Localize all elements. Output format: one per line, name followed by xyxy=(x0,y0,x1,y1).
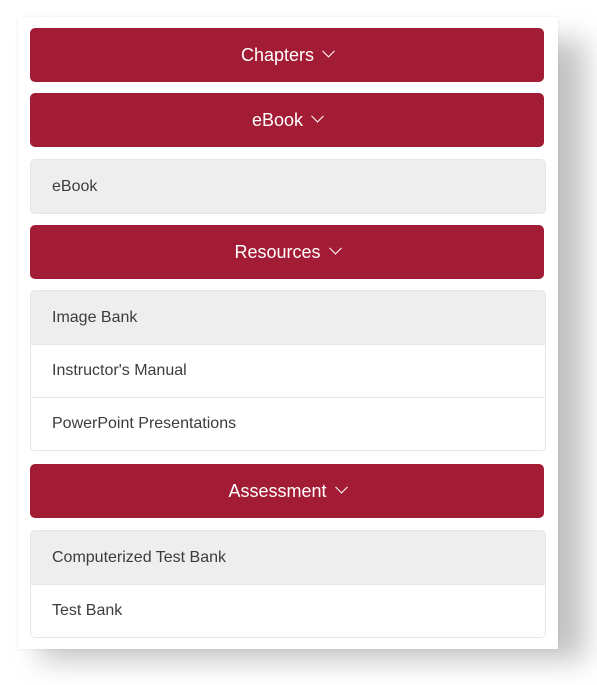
list-item-label: Computerized Test Bank xyxy=(52,548,227,566)
chevron-down-icon xyxy=(328,241,342,255)
list-item-instructors-manual[interactable]: Instructor's Manual xyxy=(31,344,545,397)
accordion-panel: Chapters eBook eBook Resources Image Ban… xyxy=(18,17,558,649)
chevron-down-icon xyxy=(322,44,335,58)
list-item-computerized-test-bank[interactable]: Computerized Test Bank xyxy=(31,531,545,584)
resources-section-label: Resources xyxy=(234,241,321,262)
chevron-down-icon xyxy=(311,109,324,123)
chapters-section-header[interactable]: Chapters xyxy=(30,28,544,82)
ebook-section-header[interactable]: eBook xyxy=(30,93,544,147)
list-item-label: Test Bank xyxy=(52,602,123,619)
assessment-section-label: Assessment xyxy=(228,480,327,501)
chapters-section-label: Chapters xyxy=(240,44,315,65)
list-item-image-bank[interactable]: Image Bank xyxy=(31,291,545,344)
assessment-section-header[interactable]: Assessment xyxy=(30,464,544,518)
list-item-ebook[interactable]: eBook xyxy=(31,160,545,213)
list-item-label: Image Bank xyxy=(52,308,138,326)
chevron-down-icon xyxy=(334,480,348,494)
list-item-label: eBook xyxy=(52,177,98,195)
list-item-test-bank[interactable]: Test Bank xyxy=(31,584,545,637)
assessment-list: Computerized Test Bank Test Bank xyxy=(30,530,546,638)
ebook-section-label: eBook xyxy=(251,109,304,130)
resources-section-header[interactable]: Resources xyxy=(30,225,544,279)
list-item-label: PowerPoint Presentations xyxy=(52,415,237,432)
ebook-list: eBook xyxy=(30,159,546,214)
list-item-powerpoint-presentations[interactable]: PowerPoint Presentations xyxy=(31,397,545,450)
list-item-label: Instructor's Manual xyxy=(52,362,187,379)
resources-list: Image Bank Instructor's Manual PowerPoin… xyxy=(30,290,546,451)
